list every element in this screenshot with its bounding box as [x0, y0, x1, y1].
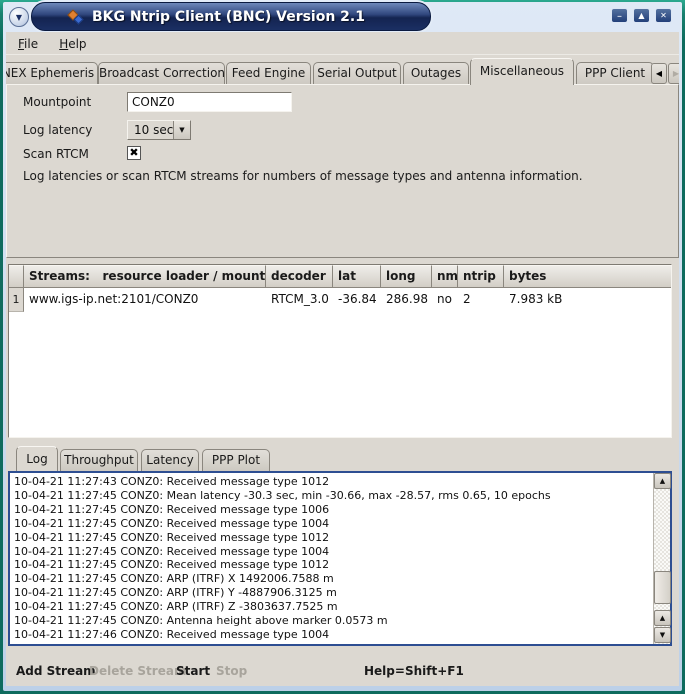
titlebar[interactable]: ▼ BKG Ntrip Client (BNC) Version 2.1 _ ▲…	[3, 2, 682, 32]
bnc-window: ▼ BKG Ntrip Client (BNC) Version 2.1 _ ▲…	[0, 0, 685, 694]
table-row[interactable]: 1 www.igs-ip.net:2101/CONZ0 RTCM_3.0 -36…	[9, 288, 671, 312]
mountpoint-input[interactable]	[127, 92, 292, 112]
close-button[interactable]: ✕	[655, 8, 672, 23]
scan-rtcm-checkbox[interactable]: ✖	[127, 146, 141, 160]
stop-button[interactable]: Stop	[216, 664, 247, 678]
tab-scroll-left-button[interactable]: ◀	[651, 63, 667, 84]
tab-broadcast-corrections[interactable]: Broadcast Corrections	[98, 62, 225, 85]
log-latency-label: Log latency	[23, 123, 92, 137]
log-line: 10-04-21 11:27:45 CONZ0: Received messag…	[14, 517, 649, 531]
delete-stream-button[interactable]: Delete Stream	[89, 664, 186, 678]
add-stream-button[interactable]: Add Stream	[16, 664, 96, 678]
log-line: 10-04-21 11:27:43 CONZ0: Received messag…	[14, 475, 649, 489]
maximize-icon: ▲	[638, 9, 644, 22]
scroll-up-button[interactable]: ▲	[654, 473, 671, 489]
cell-ntrip: 2	[458, 288, 504, 312]
tab-ppp-plot[interactable]: PPP Plot	[202, 449, 270, 471]
help-shortcut-label: Help=Shift+F1	[364, 664, 464, 678]
log-line: 10-04-21 11:27:45 CONZ0: Received messag…	[14, 545, 649, 559]
minimize-icon: _	[618, 6, 622, 19]
streams-table: Streams: resource loader / mountpoint de…	[8, 264, 672, 438]
scroll-down-icon: ▼	[660, 631, 665, 639]
log-latency-select[interactable]: 10 sec ▼	[127, 120, 191, 140]
maximize-button[interactable]: ▲	[633, 8, 650, 23]
chevron-down-icon: ▼	[173, 121, 190, 139]
miscellaneous-description: Log latencies or scan RTCM streams for n…	[23, 169, 583, 183]
scroll-down-button[interactable]: ▼	[654, 627, 671, 643]
tab-latency[interactable]: Latency	[141, 449, 199, 471]
cell-nmea: no	[432, 288, 458, 312]
tab-rinex-ephemeris[interactable]: NEX Ephemeris	[6, 62, 98, 85]
client-area: File Help NEX Ephemeris Broadcast Correc…	[6, 32, 679, 686]
log-line: 10-04-21 11:27:45 CONZ0: Antenna height …	[14, 614, 649, 628]
mountpoint-label: Mountpoint	[23, 95, 91, 109]
row-number: 1	[9, 288, 24, 312]
tab-scroll-right-icon: ▶	[673, 69, 679, 78]
header-lat[interactable]: lat	[333, 265, 381, 288]
log-latency-value: 10 sec	[134, 123, 173, 137]
scroll-up-button-2[interactable]: ▲	[654, 610, 671, 626]
header-decoder[interactable]: decoder	[266, 265, 333, 288]
window-menu-button[interactable]: ▼	[9, 7, 29, 27]
window-menu-icon: ▼	[16, 13, 22, 22]
miscellaneous-panel: Mountpoint Log latency 10 sec ▼ Scan RTC…	[6, 84, 679, 258]
cell-bytes: 7.983 kB	[504, 288, 671, 312]
log-line: 10-04-21 11:27:46 CONZ0: Received messag…	[14, 628, 649, 642]
cell-mountpoint: www.igs-ip.net:2101/CONZ0	[24, 288, 266, 312]
header-mountpoint[interactable]: Streams: resource loader / mountpoint	[24, 265, 266, 288]
tab-ppp-client[interactable]: PPP Client	[576, 62, 654, 85]
minimize-button[interactable]: _	[611, 8, 628, 23]
scan-rtcm-label: Scan RTCM	[23, 147, 89, 161]
log-view[interactable]: 10-04-21 11:27:43 CONZ0: Received messag…	[8, 471, 672, 646]
tab-serial-output[interactable]: Serial Output	[313, 62, 401, 85]
window-controls: _ ▲ ✕	[611, 8, 672, 23]
header-ntrip[interactable]: ntrip	[458, 265, 504, 288]
menu-file[interactable]: File	[14, 36, 42, 52]
menubar: File Help	[6, 32, 679, 55]
app-icon	[68, 9, 84, 25]
tab-scroll-left-icon: ◀	[656, 69, 662, 78]
log-line: 10-04-21 11:27:45 CONZ0: Received messag…	[14, 503, 649, 517]
title-pill[interactable]: BKG Ntrip Client (BNC) Version 2.1	[31, 2, 431, 31]
log-line: 10-04-21 11:27:45 CONZ0: Received messag…	[14, 558, 649, 572]
close-icon: ✕	[660, 9, 667, 22]
log-line: 10-04-21 11:27:45 CONZ0: ARP (ITRF) X 14…	[14, 572, 649, 586]
tab-log[interactable]: Log	[16, 446, 58, 471]
tab-throughput[interactable]: Throughput	[60, 449, 138, 471]
header-corner-cell	[9, 265, 24, 288]
footer-bar: Add Stream Delete Stream Start Stop Help…	[6, 660, 679, 686]
scroll-up-icon: ▲	[660, 614, 665, 622]
header-bytes[interactable]: bytes	[504, 265, 671, 288]
log-line: 10-04-21 11:27:45 CONZ0: ARP (ITRF) Y -4…	[14, 586, 649, 600]
checkbox-check-icon: ✖	[129, 146, 138, 159]
cell-lat: -36.84	[333, 288, 381, 312]
log-lines: 10-04-21 11:27:43 CONZ0: Received messag…	[14, 475, 649, 642]
tab-feed-engine[interactable]: Feed Engine	[226, 62, 311, 85]
header-nmea[interactable]: nmea	[432, 265, 458, 288]
cell-decoder: RTCM_3.0	[266, 288, 333, 312]
log-line: 10-04-21 11:27:45 CONZ0: ARP (ITRF) Z -3…	[14, 600, 649, 614]
log-line: 10-04-21 11:27:45 CONZ0: Received messag…	[14, 531, 649, 545]
bottom-tabbar: Log Throughput Latency PPP Plot	[6, 446, 679, 471]
top-tabbar: NEX Ephemeris Broadcast Corrections Feed…	[6, 58, 679, 85]
log-line: 10-04-21 11:27:45 CONZ0: Mean latency -3…	[14, 489, 649, 503]
tab-miscellaneous[interactable]: Miscellaneous	[470, 58, 574, 85]
header-long[interactable]: long	[381, 265, 432, 288]
menu-help[interactable]: Help	[55, 36, 90, 52]
streams-table-header: Streams: resource loader / mountpoint de…	[9, 265, 671, 288]
scrollbar-thumb[interactable]	[654, 571, 671, 604]
window-title: BKG Ntrip Client (BNC) Version 2.1	[92, 9, 365, 25]
log-scrollbar[interactable]: ▲ ▲ ▼	[653, 473, 670, 644]
tab-scroll-right-button[interactable]: ▶	[668, 63, 679, 84]
scroll-up-icon: ▲	[660, 477, 665, 485]
tab-outages[interactable]: Outages	[403, 62, 469, 85]
start-button[interactable]: Start	[176, 664, 210, 678]
cell-long: 286.98	[381, 288, 432, 312]
